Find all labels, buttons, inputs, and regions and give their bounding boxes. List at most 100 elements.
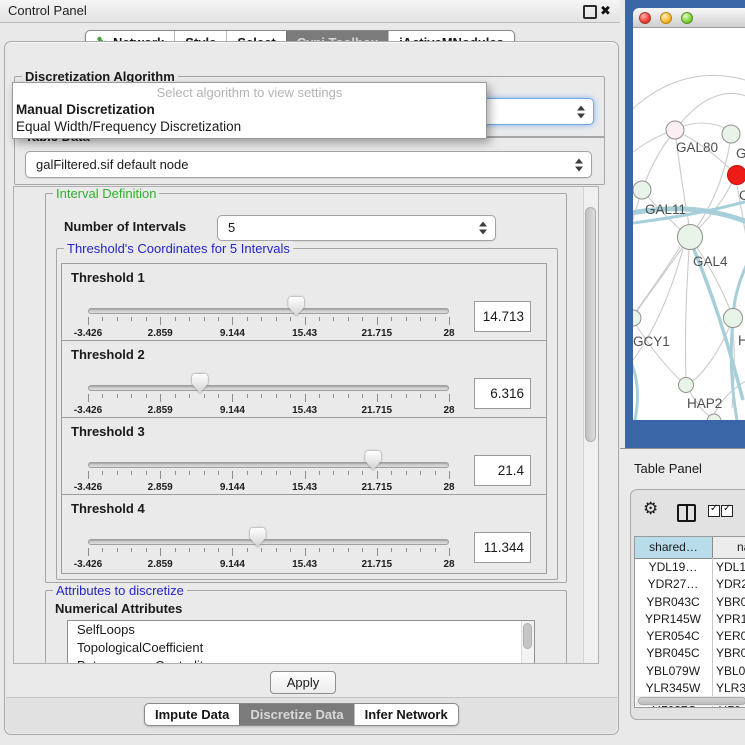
- list-item-topologicalcoefficient[interactable]: TopologicalCoefficient: [68, 639, 534, 657]
- slider-tick: [160, 317, 161, 325]
- settings-scrollpane: Interval Definition Number of Intervals …: [13, 186, 599, 664]
- node-partial-top-right[interactable]: [722, 125, 740, 143]
- table-panel-box: ⚙ ✓ ✓ shared… name YDL19…YDL1 YDR27…YDR2…: [630, 489, 745, 720]
- tab-infer-network[interactable]: Infer Network: [354, 704, 458, 725]
- slider-tick: [391, 317, 392, 321]
- tick-label: -3.426: [74, 482, 102, 493]
- slider-tick: [189, 394, 190, 398]
- tab-impute-data[interactable]: Impute Data: [145, 704, 239, 725]
- node-h[interactable]: [724, 309, 743, 328]
- threshold-2-slider[interactable]: -3.4262.8599.14415.4321.71528: [88, 369, 449, 417]
- threshold-1-value-field[interactable]: 14.713: [474, 301, 531, 332]
- cell-name[interactable]: YBR0: [716, 594, 745, 611]
- float-window-icon[interactable]: [583, 5, 597, 19]
- slider-tick: [377, 394, 378, 402]
- slider-tick: [406, 317, 407, 321]
- table-row[interactable]: YPR145W YPR1: [635, 611, 745, 628]
- dropdown-option-manual-discretization[interactable]: Manual Discretization: [16, 102, 155, 117]
- slider-tick: [305, 317, 306, 325]
- threshold-4-value-field[interactable]: 11.344: [474, 532, 531, 563]
- tick-label: 21.715: [362, 328, 393, 339]
- cell-shared-name[interactable]: YBR045C: [635, 645, 711, 662]
- slider-tick: [449, 317, 450, 325]
- scrollbar-thumb[interactable]: [638, 697, 745, 705]
- slider-thumb[interactable]: [288, 297, 304, 316]
- cell-shared-name[interactable]: YER054C: [635, 628, 711, 645]
- cell-shared-name[interactable]: YDR27…: [635, 576, 711, 593]
- table-row[interactable]: YBL079W YBL0: [635, 663, 745, 680]
- threshold-1-slider[interactable]: -3.4262.8599.14415.4321.71528: [88, 292, 449, 340]
- close-traffic-light[interactable]: [639, 12, 651, 24]
- list-scrollbar-track[interactable]: [521, 621, 534, 664]
- column-header-shared-name[interactable]: shared…: [635, 537, 713, 558]
- node-gal11[interactable]: [633, 181, 651, 199]
- list-item-selfloops[interactable]: SelfLoops: [68, 621, 534, 639]
- slider-tick: [218, 548, 219, 552]
- checkbox-icon[interactable]: ✓: [708, 505, 720, 517]
- node-red-selected[interactable]: [728, 166, 745, 185]
- threshold-4-slider[interactable]: -3.4262.8599.14415.4321.71528: [88, 523, 449, 571]
- tick-label: 28: [443, 559, 454, 570]
- cell-name[interactable]: YBR0: [716, 645, 745, 662]
- slider-thumb[interactable]: [250, 528, 266, 547]
- cell-shared-name[interactable]: YBR043C: [635, 594, 711, 611]
- minimize-traffic-light[interactable]: [660, 12, 672, 24]
- threshold-2-value-field[interactable]: 6.316: [474, 378, 531, 409]
- network-canvas[interactable]: GAL80 GA C GAL11 GAL4 GCY1 H HAP2: [633, 28, 745, 420]
- cell-name[interactable]: YDR2: [716, 576, 745, 593]
- slider-track[interactable]: [88, 385, 449, 391]
- number-of-intervals-combobox[interactable]: 5: [217, 215, 496, 241]
- slider-track[interactable]: [88, 539, 449, 545]
- table-row[interactable]: YDR27… YDR2: [635, 576, 745, 593]
- settings-scrollbar-thumb[interactable]: [585, 207, 596, 442]
- slider-tick: [175, 548, 176, 552]
- slider-tick: [261, 394, 262, 398]
- threshold-2-label: Threshold 2: [71, 347, 145, 362]
- table-data-combobox[interactable]: galFiltered.sif default node: [25, 151, 592, 178]
- cell-name[interactable]: YDL1: [716, 559, 745, 576]
- table-row[interactable]: YDL19… YDL1: [635, 559, 745, 576]
- cell-name[interactable]: YER0: [716, 628, 745, 645]
- close-icon[interactable]: ✖: [600, 2, 611, 20]
- cell-name[interactable]: YPR1: [716, 611, 745, 628]
- slider-tick: [290, 394, 291, 398]
- slider-track[interactable]: [88, 308, 449, 314]
- node-bottom-partial[interactable]: [707, 414, 721, 420]
- tab-discretize-data[interactable]: Discretize Data: [239, 704, 353, 725]
- slider-tick: [218, 471, 219, 475]
- table-row[interactable]: YER054C YER0: [635, 628, 745, 645]
- list-item-betweennesscentrality[interactable]: BetweennessCentrality: [68, 657, 534, 664]
- cell-name[interactable]: YBL0: [716, 663, 745, 680]
- slider-tick: [319, 471, 320, 475]
- list-scrollbar-thumb[interactable]: [523, 623, 532, 649]
- slider-thumb[interactable]: [192, 374, 208, 393]
- slider-track[interactable]: [88, 462, 449, 468]
- slider-thumb[interactable]: [365, 451, 381, 470]
- cell-shared-name[interactable]: YDL19…: [635, 559, 711, 576]
- node-gal80[interactable]: [666, 121, 684, 139]
- gear-icon[interactable]: ⚙: [643, 499, 658, 519]
- slider-tick: [102, 317, 103, 321]
- node-gcy1[interactable]: [633, 310, 641, 326]
- threshold-3-slider[interactable]: -3.4262.8599.14415.4321.71528: [88, 446, 449, 494]
- settings-scrollbar-track[interactable]: [583, 187, 598, 663]
- checkbox-icon[interactable]: ✓: [721, 505, 733, 517]
- node-gal4[interactable]: [678, 225, 703, 250]
- cell-shared-name[interactable]: YBL079W: [635, 663, 711, 680]
- column-header-name[interactable]: name: [713, 537, 745, 558]
- dropdown-option-equal-width[interactable]: Equal Width/Frequency Discretization: [16, 119, 241, 134]
- table-row[interactable]: YBR043C YBR0: [635, 594, 745, 611]
- node-hap2[interactable]: [679, 378, 694, 393]
- number-of-intervals-label: Number of Intervals: [64, 219, 186, 234]
- split-columns-icon[interactable]: [677, 504, 696, 522]
- table-row[interactable]: YBR045C YBR0: [635, 645, 745, 662]
- slider-tick: [305, 548, 306, 556]
- threshold-3-value-field[interactable]: 21.4: [474, 455, 531, 486]
- cell-shared-name[interactable]: YPR145W: [635, 611, 711, 628]
- table-horizontal-scrollbar[interactable]: [636, 696, 745, 706]
- tick-label: 2.859: [148, 482, 173, 493]
- slider-tick: [377, 471, 378, 479]
- tick-label: 15.43: [292, 482, 317, 493]
- apply-button[interactable]: Apply: [270, 671, 336, 694]
- zoom-traffic-light[interactable]: [681, 12, 693, 24]
